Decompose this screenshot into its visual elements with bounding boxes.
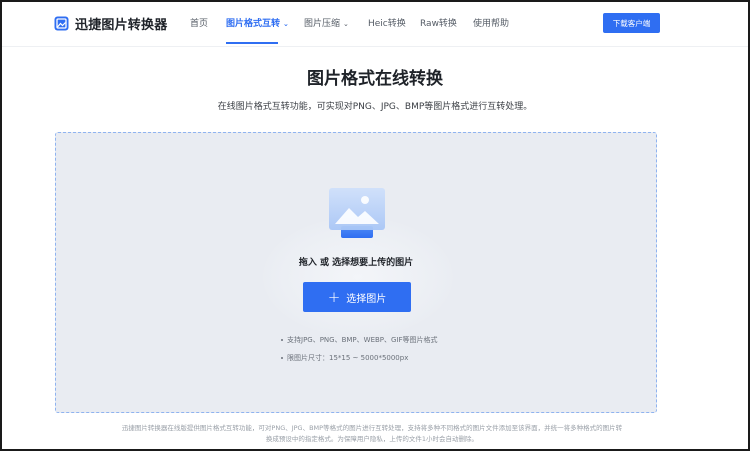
footer-line-1: 迅捷图片转换器在线版提供图片格式互转功能，可对PNG、JPG、BMP等格式的图片… [121, 424, 623, 432]
note-formats: 支持JPG、PNG、BMP、WEBP、GIF等图片格式 [281, 335, 438, 345]
page-subtitle: 在线图片格式互转功能，可实现对PNG、JPG、BMP等图片格式进行互转处理。 [217, 102, 533, 112]
nav-home-label: 首页 [190, 19, 209, 29]
logo-icon [54, 16, 69, 31]
nav-home[interactable]: 首页 [190, 16, 208, 29]
nav-help[interactable]: 使用帮助 [473, 16, 509, 29]
choose-image-button[interactable]: + 选择图片 [303, 282, 411, 312]
image-upload-icon [329, 188, 385, 238]
nav-format-convert-label: 图片格式互转 [226, 19, 281, 29]
nav-raw-label: Raw转换 [420, 19, 457, 29]
nav-raw[interactable]: Raw转换 [420, 16, 457, 29]
plus-icon: + [327, 287, 341, 306]
chevron-down-icon: ⌄ [343, 20, 349, 28]
note-size-text: 限图片尺寸：15*15 ~ 5000*5000px [287, 354, 409, 362]
nav-heic[interactable]: Heic转换 [368, 16, 406, 29]
top-navbar: 迅捷图片转换器 首页 图片格式互转 ⌄ 图片压缩 ⌄ Heic转换 Raw转换 使用… [2, 2, 748, 47]
chevron-down-icon: ⌄ [283, 20, 289, 28]
upload-dropzone[interactable]: 拖入 或 选择想要上传的图片 + 选择图片 支持JPG、PNG、BMP、WEBP… [55, 132, 657, 413]
footer-line-2: 换成预设中的指定格式。为保障用户隐私，上传的文件1小时会自动删除。 [265, 435, 479, 443]
logo[interactable]: 迅捷图片转换器 [54, 14, 167, 33]
bullet-icon [281, 357, 283, 359]
choose-image-label: 选择图片 [346, 293, 387, 305]
footer-description: 迅捷图片转换器在线版提供图片格式互转功能，可对PNG、JPG、BMP等格式的图片… [82, 423, 662, 445]
drop-instruction: 拖入 或 选择想要上传的图片 [298, 258, 414, 268]
browser-frame: 迅捷图片转换器 首页 图片格式互转 ⌄ 图片压缩 ⌄ Heic转换 Raw转换 使用… [0, 0, 750, 451]
note-formats-text: 支持JPG、PNG、BMP、WEBP、GIF等图片格式 [287, 336, 438, 344]
nav-format-convert[interactable]: 图片格式互转 ⌄ [226, 16, 289, 29]
nav-compress-label: 图片压缩 [304, 19, 341, 29]
download-client-button[interactable]: 下载客户端 [603, 13, 660, 33]
nav-help-label: 使用帮助 [473, 19, 510, 29]
note-size: 限图片尺寸：15*15 ~ 5000*5000px [281, 353, 438, 363]
active-tab-indicator [226, 42, 278, 44]
bullet-icon [281, 339, 283, 341]
nav-heic-label: Heic转换 [368, 19, 406, 29]
logo-text: 迅捷图片转换器 [75, 18, 168, 33]
nav-compress[interactable]: 图片压缩 ⌄ [304, 16, 349, 29]
upload-notes: 支持JPG、PNG、BMP、WEBP、GIF等图片格式 限图片尺寸：15*15 … [281, 335, 438, 371]
page-title: 图片格式在线转换 [307, 69, 443, 89]
